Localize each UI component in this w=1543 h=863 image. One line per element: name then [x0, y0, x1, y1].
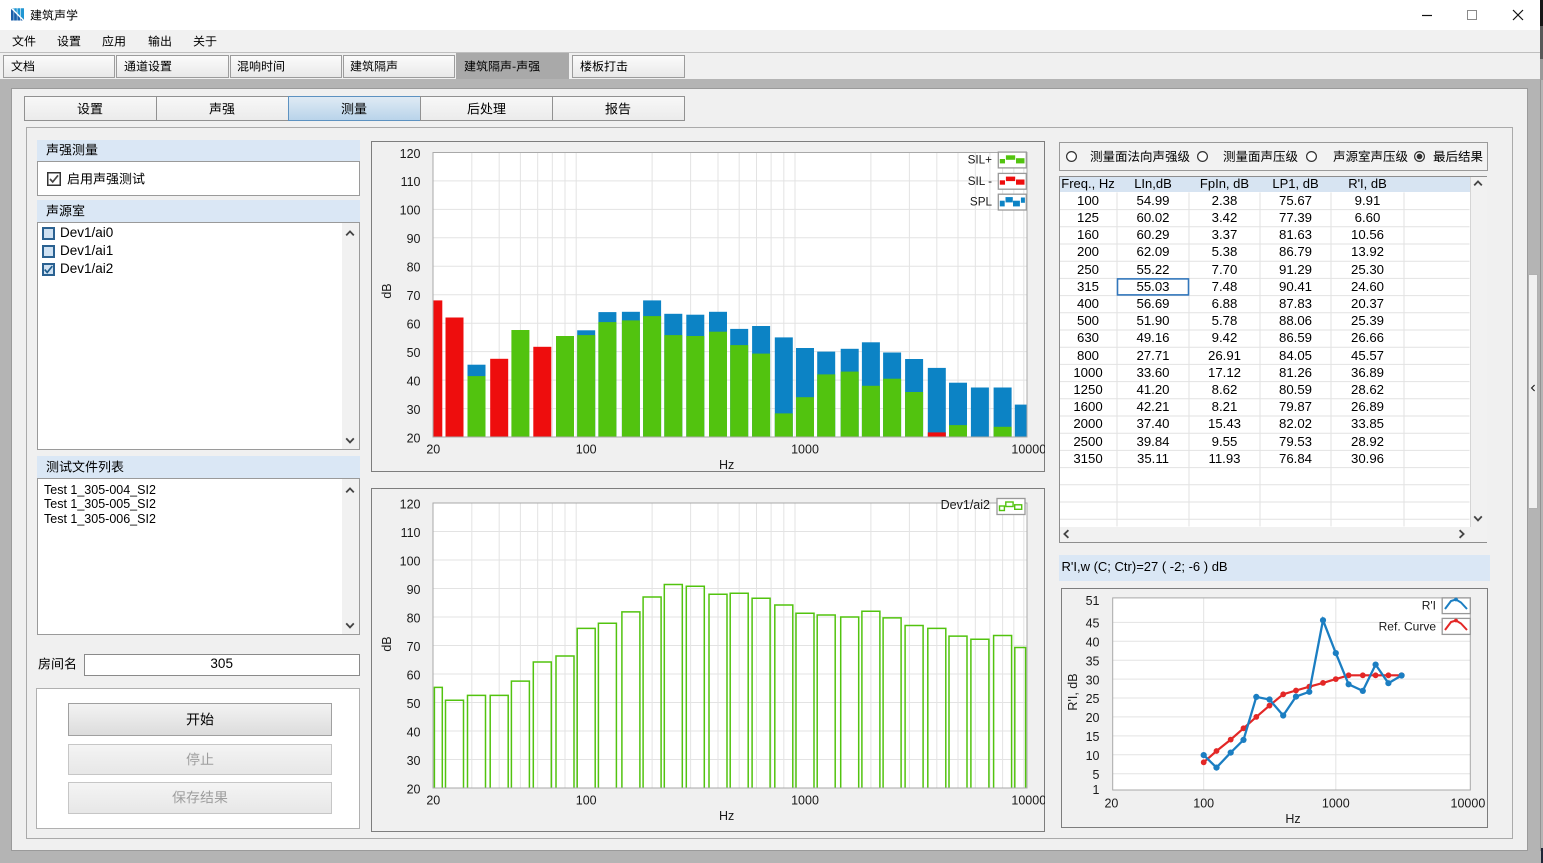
- svg-text:110: 110: [401, 175, 421, 189]
- svg-text:40: 40: [1085, 636, 1099, 650]
- svg-text:Hz: Hz: [719, 458, 734, 472]
- svg-text:10: 10: [1085, 749, 1099, 763]
- svg-text:10000: 10000: [1011, 794, 1045, 808]
- svg-text:80: 80: [407, 611, 421, 625]
- svg-text:110: 110: [401, 526, 421, 540]
- svg-text:20: 20: [426, 443, 440, 457]
- svg-text:15: 15: [1085, 730, 1099, 744]
- svg-text:40: 40: [407, 374, 421, 388]
- svg-text:R'I: R'I: [1421, 599, 1435, 613]
- svg-text:40: 40: [407, 725, 421, 739]
- svg-text:70: 70: [407, 289, 421, 303]
- svg-text:100: 100: [1193, 797, 1214, 811]
- svg-text:10000: 10000: [1450, 797, 1485, 811]
- svg-text:dB: dB: [380, 283, 394, 298]
- svg-text:20: 20: [407, 782, 421, 796]
- svg-text:30: 30: [1085, 673, 1099, 687]
- svg-text:45: 45: [1085, 617, 1099, 631]
- svg-text:30: 30: [407, 754, 421, 768]
- svg-text:1000: 1000: [1321, 797, 1349, 811]
- svg-text:90: 90: [407, 583, 421, 597]
- svg-text:20: 20: [1104, 797, 1118, 811]
- svg-text:50: 50: [407, 697, 421, 711]
- svg-text:Hz: Hz: [719, 809, 734, 823]
- svg-text:100: 100: [400, 204, 421, 218]
- svg-text:120: 120: [400, 497, 421, 511]
- svg-text:60: 60: [407, 668, 421, 682]
- svg-text:Hz: Hz: [1285, 812, 1300, 826]
- svg-text:25: 25: [1085, 692, 1099, 706]
- svg-text:SIL+: SIL+: [968, 154, 993, 167]
- svg-text:120: 120: [400, 147, 421, 161]
- svg-text:80: 80: [407, 261, 421, 275]
- svg-text:90: 90: [407, 232, 421, 246]
- svg-text:70: 70: [407, 640, 421, 654]
- svg-text:51: 51: [1085, 594, 1099, 608]
- svg-text:dB: dB: [380, 636, 394, 651]
- svg-text:35: 35: [1085, 654, 1099, 668]
- svg-text:20: 20: [1085, 711, 1099, 725]
- svg-text:100: 100: [576, 443, 597, 457]
- svg-text:20: 20: [407, 431, 421, 445]
- svg-text:30: 30: [407, 403, 421, 417]
- svg-text:60: 60: [407, 318, 421, 332]
- svg-text:1: 1: [1092, 783, 1099, 797]
- svg-text:1000: 1000: [791, 794, 819, 808]
- svg-text:Ref. Curve: Ref. Curve: [1378, 620, 1436, 634]
- svg-text:5: 5: [1092, 768, 1099, 782]
- svg-text:50: 50: [407, 346, 421, 360]
- svg-text:100: 100: [400, 554, 421, 568]
- svg-text:1000: 1000: [791, 443, 819, 457]
- svg-text:Dev1/ai2: Dev1/ai2: [941, 498, 990, 512]
- svg-text:R'I, dB: R'I, dB: [1066, 673, 1080, 710]
- svg-text:100: 100: [576, 794, 597, 808]
- svg-text:20: 20: [426, 794, 440, 808]
